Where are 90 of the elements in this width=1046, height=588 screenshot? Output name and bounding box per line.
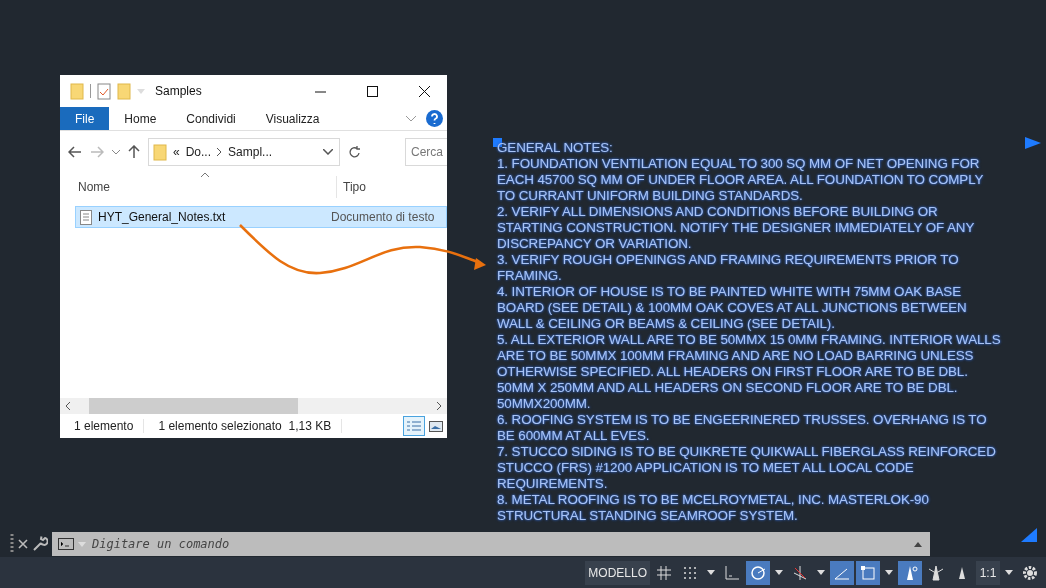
caret-up-icon[interactable] xyxy=(914,541,922,547)
wrench-icon[interactable] xyxy=(32,536,48,552)
ribbon-tab[interactable]: Visualizza xyxy=(250,107,335,130)
note-line: STRUCTURAL STANDING SEAMROOF SYSTEM. xyxy=(497,508,799,524)
triangle-button[interactable] xyxy=(898,560,922,585)
caret-icon xyxy=(137,88,145,94)
address-bar[interactable]: « Do... Sampl... xyxy=(148,138,340,166)
scroll-right-icon[interactable] xyxy=(436,402,442,410)
command-field[interactable]: Digitare un comando xyxy=(90,536,910,552)
note-line: OTHERWISE SPECIFIED. ALL HEADERS ON FIRST FLOOR ARE TO BE DBL. xyxy=(497,364,969,380)
note-line: 8. METAL ROOFING IS TO BE MCELROYMETAL, INC. MASTERLOK-90 xyxy=(497,492,930,508)
status-text: 1 elemento selezionato 1,13 KB xyxy=(144,419,343,433)
caret-icon xyxy=(775,570,783,575)
scroll-left-icon[interactable] xyxy=(65,402,71,410)
note-line: DISCREPANCY OR VARIATION. xyxy=(497,236,693,252)
right-angle-icon xyxy=(724,564,740,581)
folder-icon xyxy=(70,82,84,100)
ribbon-tab[interactable]: Home xyxy=(109,107,172,130)
caret-icon xyxy=(1005,570,1013,575)
note-line: REQUIREMENTS. xyxy=(497,476,609,492)
circle-icon xyxy=(749,563,767,582)
search-field[interactable]: Cerca xyxy=(405,138,447,166)
note-line: 50MMX200MM. xyxy=(497,396,592,412)
overflow-chevron[interactable]: « xyxy=(173,145,180,159)
back-arrow-icon[interactable] xyxy=(68,146,82,158)
note-line: 5. ALL EXTERIOR WALL ARE TO BE 50MMX 15 0MM FRAMING. INTERIOR WALLS xyxy=(497,332,1001,348)
note-line: WALL & CEILING OR BEAMS & CEILING (SEE DETAIL). xyxy=(497,316,836,332)
note-line: FRAMING. xyxy=(497,268,563,284)
up-arrow-icon[interactable] xyxy=(128,145,140,159)
close-icon xyxy=(418,85,430,97)
list-icon xyxy=(406,420,422,432)
chevron-icon[interactable] xyxy=(323,149,333,155)
folder-icon xyxy=(117,82,131,100)
status-button[interactable]: 1:1 xyxy=(976,560,1000,585)
ribbon-tab[interactable]: File xyxy=(60,107,110,130)
column-header[interactable]: Nome xyxy=(60,176,337,198)
breadcrumb[interactable]: Do... xyxy=(185,145,212,159)
file-name: HYT_General_Notes.txt xyxy=(98,210,227,224)
grip-icon[interactable] xyxy=(10,534,14,554)
status-button[interactable]: MODELLO xyxy=(585,560,650,585)
angle-button[interactable] xyxy=(830,560,854,585)
crosshair-icon xyxy=(792,564,808,581)
note-line: EACH 45700 SQ MM OF UNDER FLOOR AREA. ALL FOUNDATION TO COMPLY xyxy=(497,172,985,188)
note-line: 7. STUCCO SIDING IS TO BE QUIKRETE QUIKWALL FIBERGLASS REINFORCED xyxy=(497,444,997,460)
close-icon[interactable] xyxy=(18,539,28,549)
note-line: 50MM X 250MM AND ALL HEADERS ON SECOND FLOOR ARE TO BE DBL. xyxy=(497,380,959,396)
window-title: Samples xyxy=(155,84,203,98)
terminal-icon xyxy=(58,538,74,550)
file-type: Documento di testo xyxy=(331,210,435,224)
notes-title: GENERAL NOTES: xyxy=(497,140,614,156)
status-text: 1 elemento xyxy=(60,419,145,433)
note-line: STUCCO (FRS) #1200 APPLICATION IS TO MEET ALL LOCAL CODE xyxy=(497,460,915,476)
arrow-grip-icon[interactable] xyxy=(1025,137,1041,149)
note-line: STARTING CONSTRUCTION. NOTIFY THE DESIGNER IMMEDIATELY OF ANY xyxy=(497,220,976,236)
square-icon xyxy=(860,564,876,581)
text-file-icon xyxy=(80,209,92,225)
caret-icon xyxy=(885,570,893,575)
note-line: 4. INTERIOR OF HOUSE IS TO BE PAINTED WHITE WITH 75MM OAK BASE xyxy=(497,284,963,300)
file-row[interactable]: HYT_General_Notes.txt Documento di testo xyxy=(75,206,447,228)
maximize-icon xyxy=(366,85,378,97)
refresh-icon[interactable] xyxy=(348,145,361,159)
separator-line xyxy=(90,84,91,98)
settings-icon xyxy=(1022,564,1038,581)
note-line: 2. VERIFY ALL DIMENSIONS AND CONDITIONS BEFORE BUILDING OR xyxy=(497,204,939,220)
scrollbar-thumb[interactable] xyxy=(89,398,298,414)
chevron-icon[interactable] xyxy=(112,149,120,155)
dot-grid-icon xyxy=(682,564,698,581)
note-line: BOARD (SEE DETAIL) & 100MM OAK COVES AT ALL JUNCTIONS BETWEEN xyxy=(497,300,968,316)
note-line: 3. VERIFY ROUGH OPENINGS AND FRAMING REQUIREMENTS PRIOR TO xyxy=(497,252,960,268)
chevron-right-icon xyxy=(217,148,223,156)
folder-icon xyxy=(153,143,167,161)
caret-icon xyxy=(817,570,825,575)
circle-button[interactable] xyxy=(746,560,770,585)
square-button[interactable] xyxy=(856,560,880,585)
note-line: 1. FOUNDATION VENTILATION EQUAL TO 300 SQ MM OF NET OPENING FOR xyxy=(497,156,981,172)
ribbon-tab[interactable]: Condividi xyxy=(171,107,251,130)
note-line: 6. ROOFING SYSTEM IS TO BE ENGEERINERED TRUSSES. OVERHANG IS TO xyxy=(497,412,988,428)
checklist-icon xyxy=(97,82,111,100)
note-line: TO CURRANT UNIFORM BUILDING STANDARDS. xyxy=(497,188,804,204)
grid-icon xyxy=(656,564,672,581)
arrow-grip-icon[interactable] xyxy=(1021,528,1037,542)
note-line: ARE TO BE 50MMX 100MM FRAMING AND ARE NO LOAD BARRING UNLESS xyxy=(497,348,975,364)
note-line: BE 600MM AT ALL EVES. xyxy=(497,428,651,444)
caret-icon xyxy=(707,570,715,575)
help-icon[interactable] xyxy=(426,110,443,127)
image-icon xyxy=(429,420,443,432)
triangle-icon xyxy=(927,563,945,582)
breadcrumb[interactable]: Sampl... xyxy=(228,145,273,159)
column-header[interactable]: Tipo xyxy=(337,176,366,198)
caret-icon xyxy=(78,541,86,547)
